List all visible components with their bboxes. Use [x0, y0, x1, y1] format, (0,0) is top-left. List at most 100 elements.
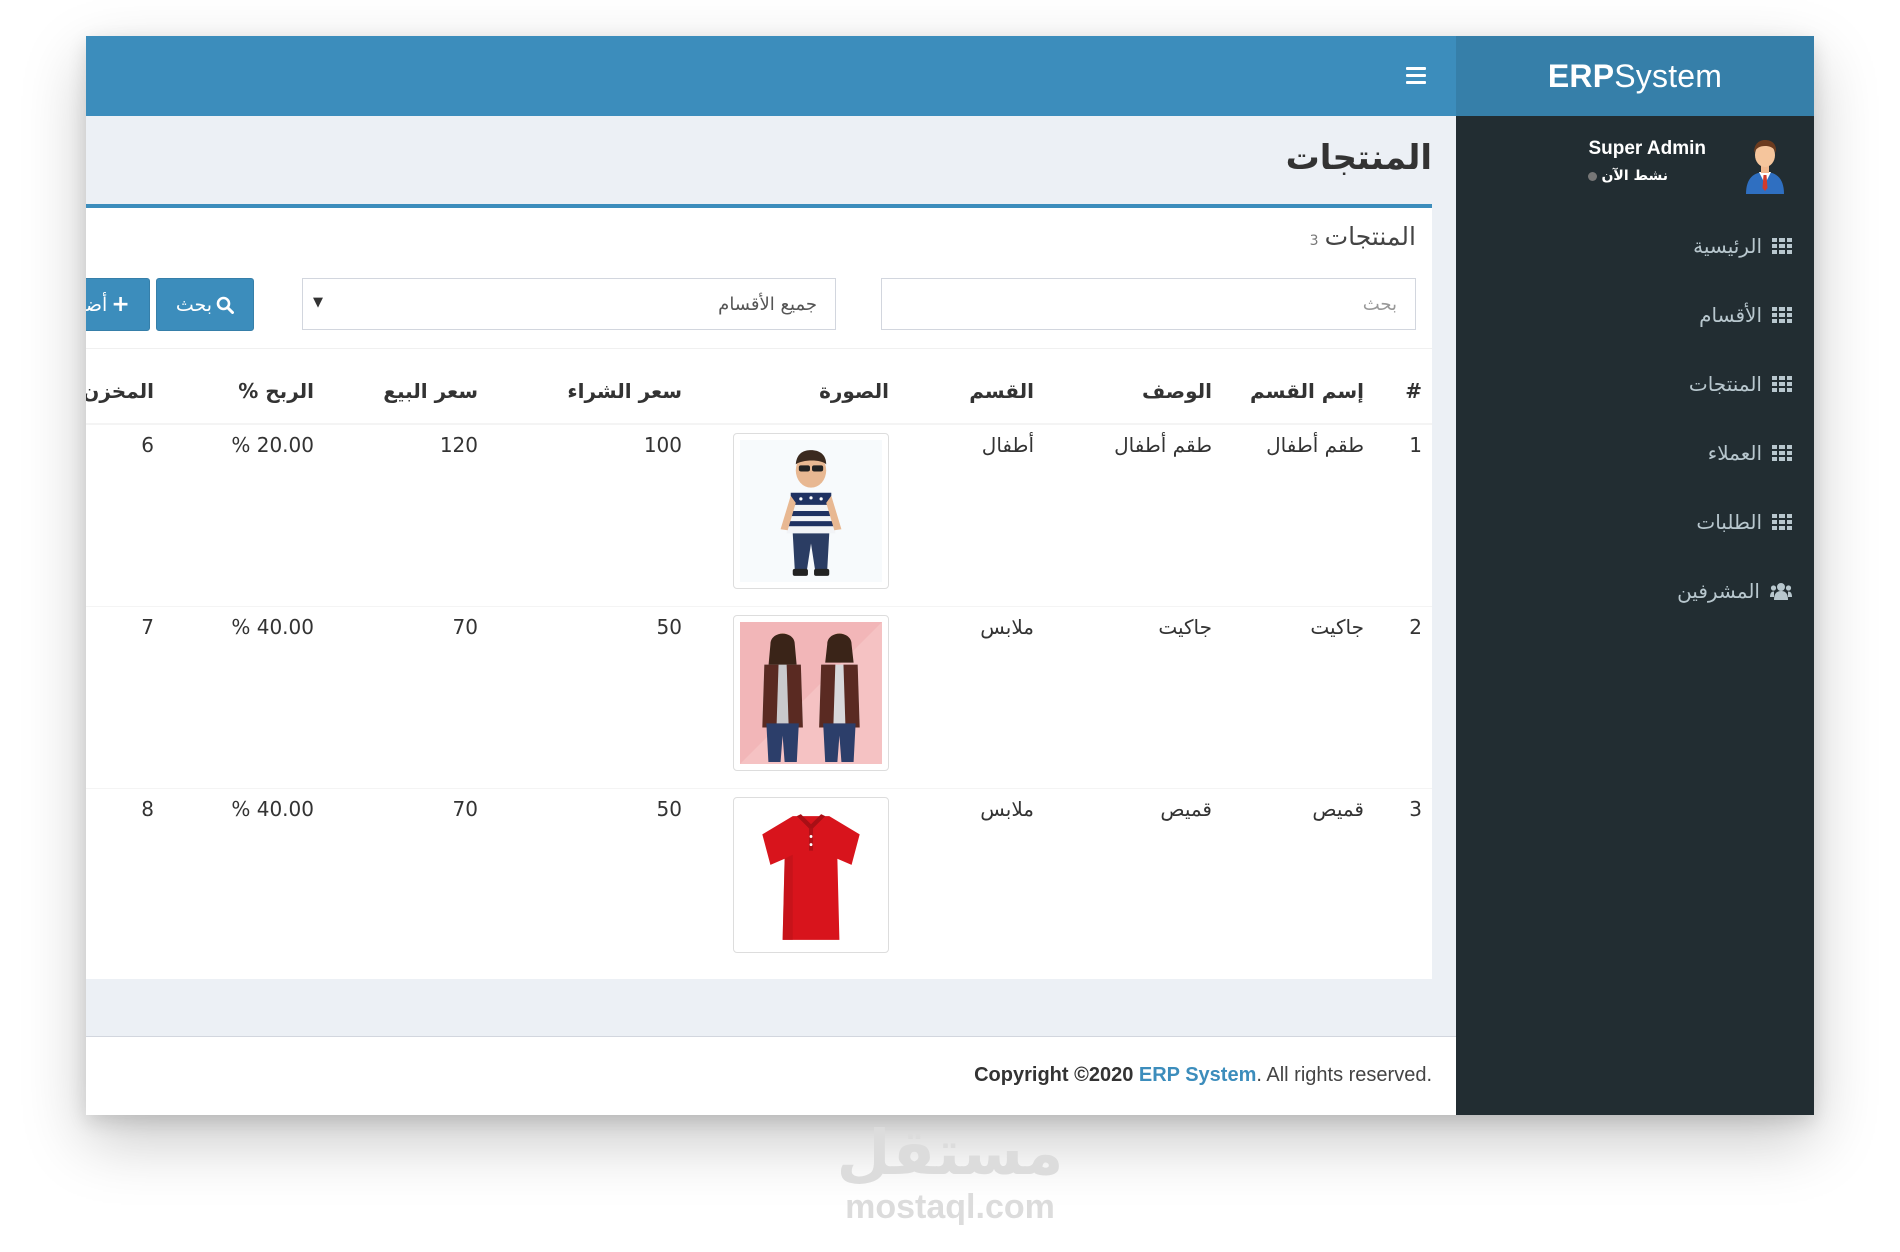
sidebar-toggle-icon[interactable]	[1406, 67, 1426, 84]
logo-rest: System	[1614, 57, 1723, 94]
cell-description: طقم أطفال	[1044, 423, 1222, 606]
user-panel: Super Admin نشط الآن	[1456, 116, 1814, 211]
table-header-row: # إسم القسم الوصف القسم الصورة سعر الشرا…	[86, 358, 1432, 425]
search-icon	[216, 296, 235, 314]
grid-icon	[1772, 237, 1792, 254]
watermark-arabic: مستقل	[836, 1116, 1064, 1189]
cell-name: طقم أطفال	[1222, 423, 1374, 606]
cell-description: جاكيت	[1044, 605, 1222, 788]
column-header[interactable]: #	[1374, 358, 1432, 425]
copyright-text: Copyright ©2020	[974, 1064, 1134, 1086]
user-status: نشط الآن	[1588, 168, 1706, 184]
category-select-value: جميع الأقسام	[718, 293, 817, 315]
cell-description: قميص	[1044, 787, 1222, 970]
sidebar-item-label: الطلبات	[1696, 509, 1762, 534]
column-header[interactable]: الربح %	[164, 358, 324, 425]
sidebar-item-orders[interactable]: الطلبات	[1456, 487, 1814, 556]
cell-name: قميص	[1222, 787, 1374, 970]
watermark-latin: mostaql.com	[845, 1188, 1055, 1226]
footer: Copyright ©2020 ERP System. All rights r…	[86, 1036, 1456, 1115]
add-button-label: أضف	[86, 293, 108, 316]
column-header[interactable]: سعر الشراء	[488, 358, 692, 425]
add-product-button[interactable]: + أضف	[86, 278, 150, 331]
cell-sale-price: 70	[324, 787, 488, 970]
plus-icon: +	[111, 292, 130, 317]
top-navbar	[86, 36, 1456, 116]
sidebar-item-label: المشرفين	[1677, 578, 1760, 603]
user-status-text: نشط الآن	[1601, 168, 1669, 184]
cell-category: ملابس	[899, 787, 1044, 970]
column-header[interactable]: الصورة	[692, 358, 899, 425]
status-dot-icon	[1588, 171, 1598, 181]
jacket-image[interactable]	[733, 614, 889, 771]
table-row[interactable]: 3 قميص قميص ملابس 50 70 40.00 % 8	[86, 787, 1432, 970]
sidebar-item-label: المنتجات	[1688, 371, 1762, 396]
cell-purchase-price: 50	[488, 787, 692, 970]
page-title: المنتجات	[1285, 138, 1432, 178]
user-info: Super Admin نشط الآن	[1588, 138, 1706, 184]
table-row[interactable]: 2 جاكيت جاكيت ملابس 50 70 40.00 % 7	[86, 605, 1432, 788]
column-header[interactable]: إسم القسم	[1222, 358, 1374, 425]
main-content: المنتجات المنتجات 3 جميع الأقسام ▼ بحث +	[86, 116, 1456, 1036]
cell-stock: 8	[86, 787, 164, 970]
column-header[interactable]: الوصف	[1044, 358, 1222, 425]
cell-stock: 7	[86, 605, 164, 788]
cell-image	[692, 605, 899, 788]
sidebar-item-customers[interactable]: العملاء	[1456, 418, 1814, 487]
sidebar-item-label: العملاء	[1707, 440, 1762, 465]
column-header[interactable]: سعر البيع	[324, 358, 488, 425]
box-title: المنتجات 3	[1310, 222, 1416, 251]
app-window: ERP System Super Admin نشط الآن الرئيسية…	[86, 36, 1814, 1115]
category-select[interactable]: جميع الأقسام ▼	[302, 278, 836, 330]
user-name: Super Admin	[1588, 138, 1706, 159]
products-table: # إسم القسم الوصف القسم الصورة سعر الشرا…	[86, 358, 1432, 970]
shirt-image[interactable]	[733, 796, 889, 953]
sidebar-item-label: الأقسام	[1699, 302, 1762, 327]
cell-sale-price: 70	[324, 605, 488, 788]
cell-profit: 40.00 %	[164, 605, 324, 788]
users-icon	[1770, 582, 1792, 600]
cell-profit: 20.00 %	[164, 423, 324, 606]
sidebar-item-categories[interactable]: الأقسام	[1456, 280, 1814, 349]
cell-category: أطفال	[899, 423, 1044, 606]
box-title-text: المنتجات	[1324, 222, 1416, 251]
table-row[interactable]: 1 طقم أطفال طقم أطفال أطفال 100 120 20.0…	[86, 423, 1432, 606]
sidebar: ERP System Super Admin نشط الآن الرئيسية…	[1456, 36, 1814, 1115]
cell-profit: 40.00 %	[164, 787, 324, 970]
search-button[interactable]: بحث	[156, 278, 254, 331]
cell-num: 3	[1374, 787, 1432, 970]
grid-icon	[1772, 513, 1792, 530]
column-header[interactable]: المخزن	[86, 358, 164, 425]
cell-purchase-price: 100	[488, 423, 692, 606]
cell-image	[692, 423, 899, 606]
footer-brand-link[interactable]: ERP System	[1139, 1064, 1256, 1086]
user-avatar-icon	[1746, 140, 1784, 194]
cell-name: جاكيت	[1222, 605, 1374, 788]
dropdown-arrow-icon: ▼	[313, 295, 323, 310]
divider	[86, 348, 1432, 349]
sidebar-item-home[interactable]: الرئيسية	[1456, 211, 1814, 280]
grid-icon	[1772, 444, 1792, 461]
cell-category: ملابس	[899, 605, 1044, 788]
cell-stock: 6	[86, 423, 164, 606]
sidebar-item-products[interactable]: المنتجات	[1456, 349, 1814, 418]
search-button-label: بحث	[175, 293, 213, 316]
search-input[interactable]	[881, 278, 1416, 330]
column-header[interactable]: القسم	[899, 358, 1044, 425]
cell-image	[692, 787, 899, 970]
rights-text: . All rights reserved.	[1256, 1064, 1432, 1086]
copyright: Copyright ©2020 ERP System. All rights r…	[974, 1064, 1432, 1087]
logo-bold: ERP	[1547, 57, 1615, 94]
cell-purchase-price: 50	[488, 605, 692, 788]
cell-num: 2	[1374, 605, 1432, 788]
sidebar-item-label: الرئيسية	[1693, 233, 1762, 258]
sidebar-item-admins[interactable]: المشرفين	[1456, 556, 1814, 625]
app-logo[interactable]: ERP System	[1456, 36, 1814, 116]
kids-outfit-image[interactable]	[733, 433, 889, 589]
grid-icon	[1772, 306, 1792, 323]
sidebar-menu: الرئيسية الأقسام المنتجات العملاء الطلبا…	[1456, 211, 1814, 625]
grid-icon	[1772, 375, 1792, 392]
watermark: مستقل mostaql.com	[0, 1122, 1900, 1227]
products-box: المنتجات 3 جميع الأقسام ▼ بحث + أضف	[86, 204, 1432, 979]
cell-sale-price: 120	[324, 423, 488, 606]
